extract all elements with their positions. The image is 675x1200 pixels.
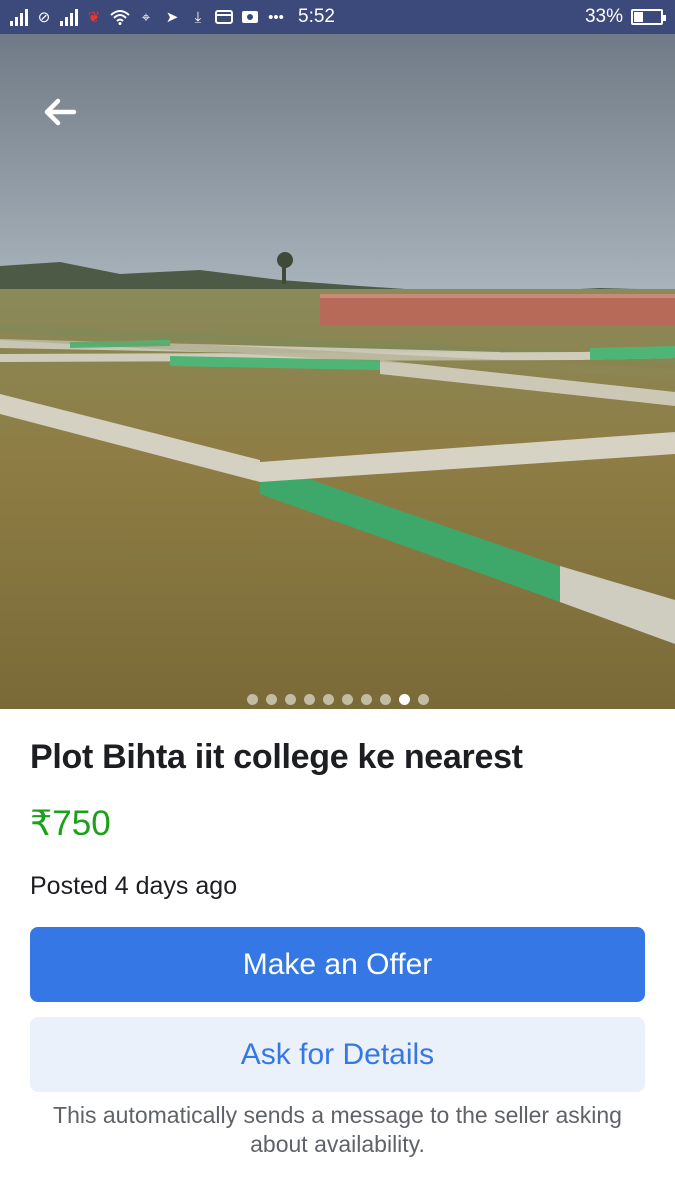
pagination-dot[interactable] (284, 694, 296, 705)
ask-details-button[interactable]: Ask for Details (30, 1017, 645, 1092)
download-icon: ⤓ (194, 8, 202, 26)
send-icon: ➤ (165, 8, 179, 26)
app-icon: ❦ (87, 8, 101, 26)
pagination-dot[interactable] (303, 694, 315, 705)
status-bar: ⊘ ❦ ⌖ ➤ ⤓ ••• 5:52 33% (0, 0, 675, 34)
status-time: 5:52 (298, 6, 335, 27)
pagination-dot[interactable] (341, 694, 353, 705)
wifi-icon (110, 9, 130, 25)
listing-photo[interactable] (0, 34, 675, 709)
photo-landscape (0, 34, 675, 709)
battery-icon (631, 9, 666, 25)
status-icons: ⊘ ❦ ⌖ ➤ ⤓ ••• 5:52 (0, 6, 335, 28)
photo-icon (240, 9, 260, 25)
gallery-pagination[interactable] (0, 694, 675, 705)
pagination-dot[interactable] (379, 694, 391, 705)
pagination-dot[interactable] (360, 694, 372, 705)
more-icon: ••• (268, 8, 284, 26)
pagination-dot[interactable] (246, 694, 258, 705)
battery-percent: 33% (584, 6, 623, 27)
card-icon (214, 9, 234, 25)
make-offer-button[interactable]: Make an Offer (30, 927, 645, 1002)
listing-title: Plot Bihta iit college ke nearest (30, 738, 523, 776)
pagination-dot[interactable] (398, 694, 410, 705)
location-icon: ⌖ (141, 8, 151, 26)
status-right: 33% (585, 6, 675, 28)
auto-message-note: This automatically sends a message to th… (53, 1102, 622, 1157)
pagination-dot[interactable] (417, 694, 429, 705)
pagination-dot[interactable] (265, 694, 277, 705)
posted-time: Posted 4 days ago (30, 872, 238, 900)
back-button[interactable] (36, 92, 84, 132)
arrow-left-icon (44, 98, 77, 126)
signal-icon-2 (60, 8, 78, 26)
listing-price: ₹750 (30, 804, 111, 843)
network-icon: ⊘ (37, 8, 51, 26)
signal-icon (10, 8, 28, 26)
pagination-dot[interactable] (322, 694, 334, 705)
